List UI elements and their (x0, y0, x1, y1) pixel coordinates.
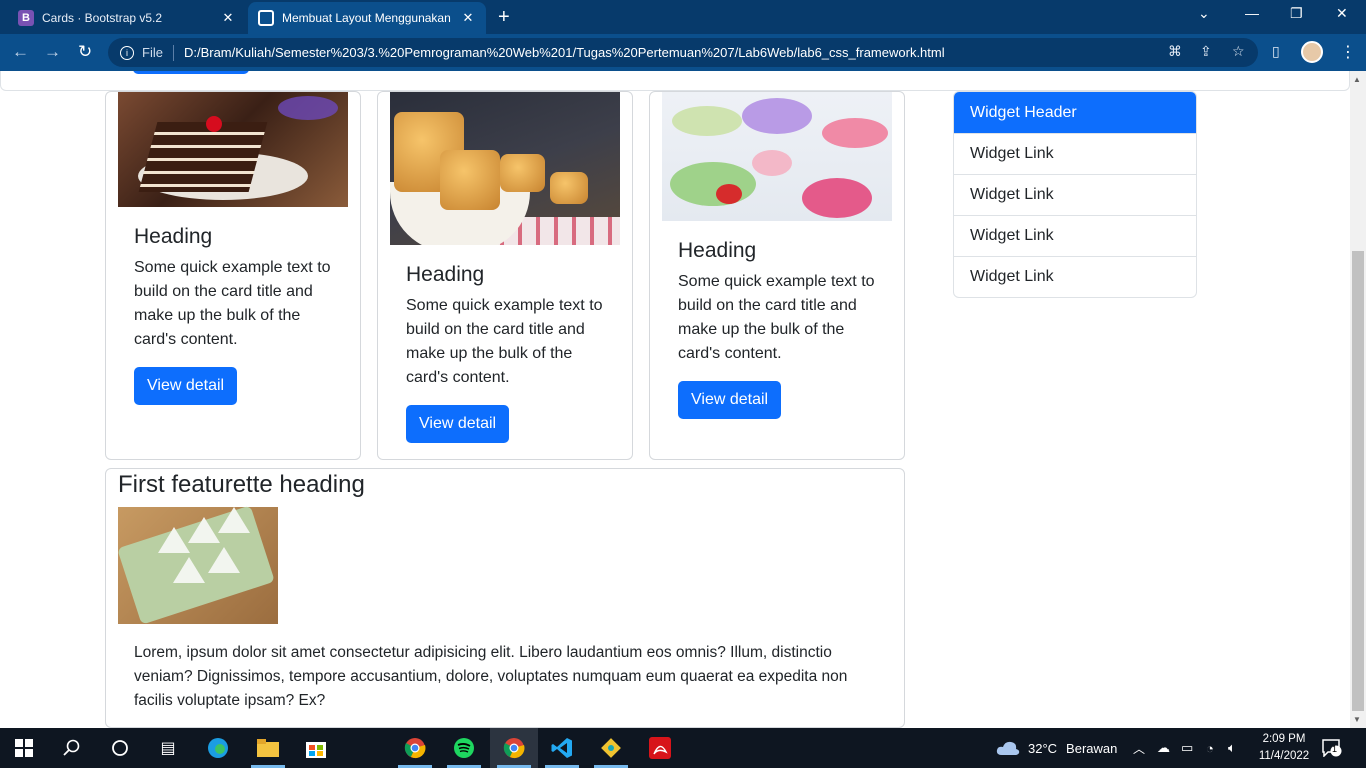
notification-count: 1 (1332, 744, 1338, 754)
close-tab-icon[interactable]: ✕ (460, 10, 476, 26)
nastar-cookies-image (390, 92, 620, 245)
page-viewport: Heading Some quick example text to build… (0, 71, 1350, 728)
tab-bootstrap-cards[interactable]: B Cards · Bootstrap v5.2 ✕ (8, 2, 246, 34)
close-window-icon[interactable]: ✕ (1336, 5, 1348, 22)
profile-avatar[interactable] (1301, 41, 1323, 63)
bookmark-star-icon[interactable]: ☆ (1232, 43, 1245, 60)
onedrive-icon[interactable]: ☁ (1157, 728, 1170, 768)
url-text: D:/Bram/Kuliah/Semester%203/3.%20Pemrogr… (183, 45, 945, 60)
card-heading: Heading (134, 225, 213, 248)
card-text: Some quick example text to build on the … (678, 273, 875, 362)
edge-icon[interactable] (206, 736, 230, 760)
battery-icon[interactable]: ▭ (1181, 728, 1193, 768)
weather-widget[interactable]: 32°C Berawan (996, 728, 1117, 768)
weather-temperature: 32°C (1028, 740, 1058, 756)
card-heading: Heading (406, 263, 485, 286)
featurette-text: Lorem, ipsum dolor sit amet consectetur … (134, 644, 848, 709)
scroll-down-icon[interactable]: ▼ (1353, 715, 1361, 724)
spotify-icon[interactable] (452, 736, 476, 760)
chocolate-cake-image (118, 92, 348, 207)
restore-icon[interactable]: ❐ (1290, 5, 1303, 22)
windows-taskbar: ▤ 32°C Berawan ︿ ☁ ▭ ◔ 🔈︎ 2:09 PM 11/4/2… (0, 728, 1366, 768)
tab-search-chevron-icon[interactable]: ⌄ (1198, 5, 1210, 22)
task-view-icon[interactable]: ▤ (156, 736, 180, 760)
file-explorer-icon[interactable] (256, 736, 280, 760)
widget-link[interactable]: Widget Link (954, 174, 1196, 215)
card: Heading Some quick example text to build… (649, 91, 905, 460)
kue-bugis-image (117, 505, 278, 625)
card-text: Some quick example text to build on the … (134, 259, 331, 348)
git-kraken-icon[interactable] (599, 736, 623, 760)
vertical-scrollbar[interactable]: ▲ ▼ (1350, 71, 1366, 728)
widget-list: Widget Header Widget Link Widget Link Wi… (953, 91, 1197, 298)
system-clock[interactable]: 2:09 PM 11/4/2022 (1254, 731, 1314, 765)
cloud-icon (996, 741, 1020, 755)
widget-header: Widget Header (954, 92, 1196, 133)
vscode-icon[interactable] (550, 736, 574, 760)
address-bar: ← → ↻ i File D:/Bram/Kuliah/Semester%203… (0, 34, 1366, 71)
widget-link[interactable]: Widget Link (954, 215, 1196, 256)
view-detail-button[interactable]: View detail (406, 405, 510, 443)
view-detail-button[interactable]: View detail (134, 367, 238, 405)
weather-condition: Berawan (1066, 740, 1118, 756)
featurette-heading: First featurette heading (118, 471, 365, 498)
wifi-icon[interactable]: ◔ (1206, 728, 1214, 768)
scrollbar-thumb[interactable] (1352, 251, 1364, 711)
scroll-up-icon[interactable]: ▲ (1353, 75, 1361, 84)
card-heading: Heading (678, 239, 757, 262)
view-detail-button[interactable]: View detail (678, 381, 782, 419)
share-icon[interactable]: ⇪ (1200, 43, 1212, 60)
site-info-icon[interactable]: i (120, 45, 134, 60)
url-input[interactable]: i File D:/Bram/Kuliah/Semester%203/3.%20… (108, 38, 1258, 67)
widget-link[interactable]: Widget Link (954, 133, 1196, 174)
tab-title: Cards · Bootstrap v5.2 (42, 11, 163, 25)
navbar-bottom-edge (0, 71, 1350, 91)
windows-start-icon[interactable] (12, 736, 36, 760)
clock-time: 2:09 PM (1262, 733, 1306, 745)
acrobat-icon[interactable] (648, 736, 672, 760)
minimize-icon[interactable]: — (1245, 5, 1259, 21)
volume-icon[interactable]: 🔈︎ (1228, 728, 1236, 768)
translate-icon[interactable]: ⌘ (1168, 43, 1182, 60)
card-text: Some quick example text to build on the … (406, 297, 603, 386)
tab-layout-page[interactable]: Membuat Layout Menggunakan ✕ (248, 2, 486, 34)
bootstrap-favicon-icon: B (18, 10, 34, 26)
chrome-icon[interactable] (403, 736, 427, 760)
jelly-cakes-image (662, 92, 892, 221)
globe-icon (258, 10, 274, 26)
chrome-profile-icon[interactable] (502, 736, 526, 760)
search-icon[interactable] (60, 736, 84, 760)
widget-link[interactable]: Widget Link (954, 256, 1196, 297)
clock-date: 11/4/2022 (1258, 750, 1310, 762)
more-menu-icon[interactable]: ⋮ (1340, 42, 1356, 62)
navbar-button-partial[interactable] (133, 71, 249, 74)
new-tab-icon[interactable]: + (498, 6, 510, 29)
card: Heading Some quick example text to build… (105, 91, 361, 460)
tab-strip: B Cards · Bootstrap v5.2 ✕ Membuat Layou… (0, 0, 1366, 34)
cortana-icon[interactable] (108, 736, 132, 760)
close-tab-icon[interactable]: ✕ (220, 10, 236, 26)
tab-title: Membuat Layout Menggunakan (282, 11, 451, 25)
card: Heading Some quick example text to build… (377, 91, 633, 460)
notification-center-icon[interactable]: 1 (1322, 728, 1342, 768)
tray-chevron-icon[interactable]: ︿ (1133, 728, 1145, 768)
featurette-section: First featurette heading Lorem, ipsum do… (105, 468, 905, 728)
back-icon[interactable]: ← (12, 42, 29, 62)
microsoft-store-icon[interactable] (304, 736, 328, 760)
scheme-label: File (142, 45, 163, 60)
forward-icon[interactable]: → (44, 42, 61, 62)
side-panel-icon[interactable]: ▯ (1272, 43, 1280, 60)
reload-icon[interactable]: ↻ (78, 42, 92, 62)
divider (172, 44, 174, 61)
